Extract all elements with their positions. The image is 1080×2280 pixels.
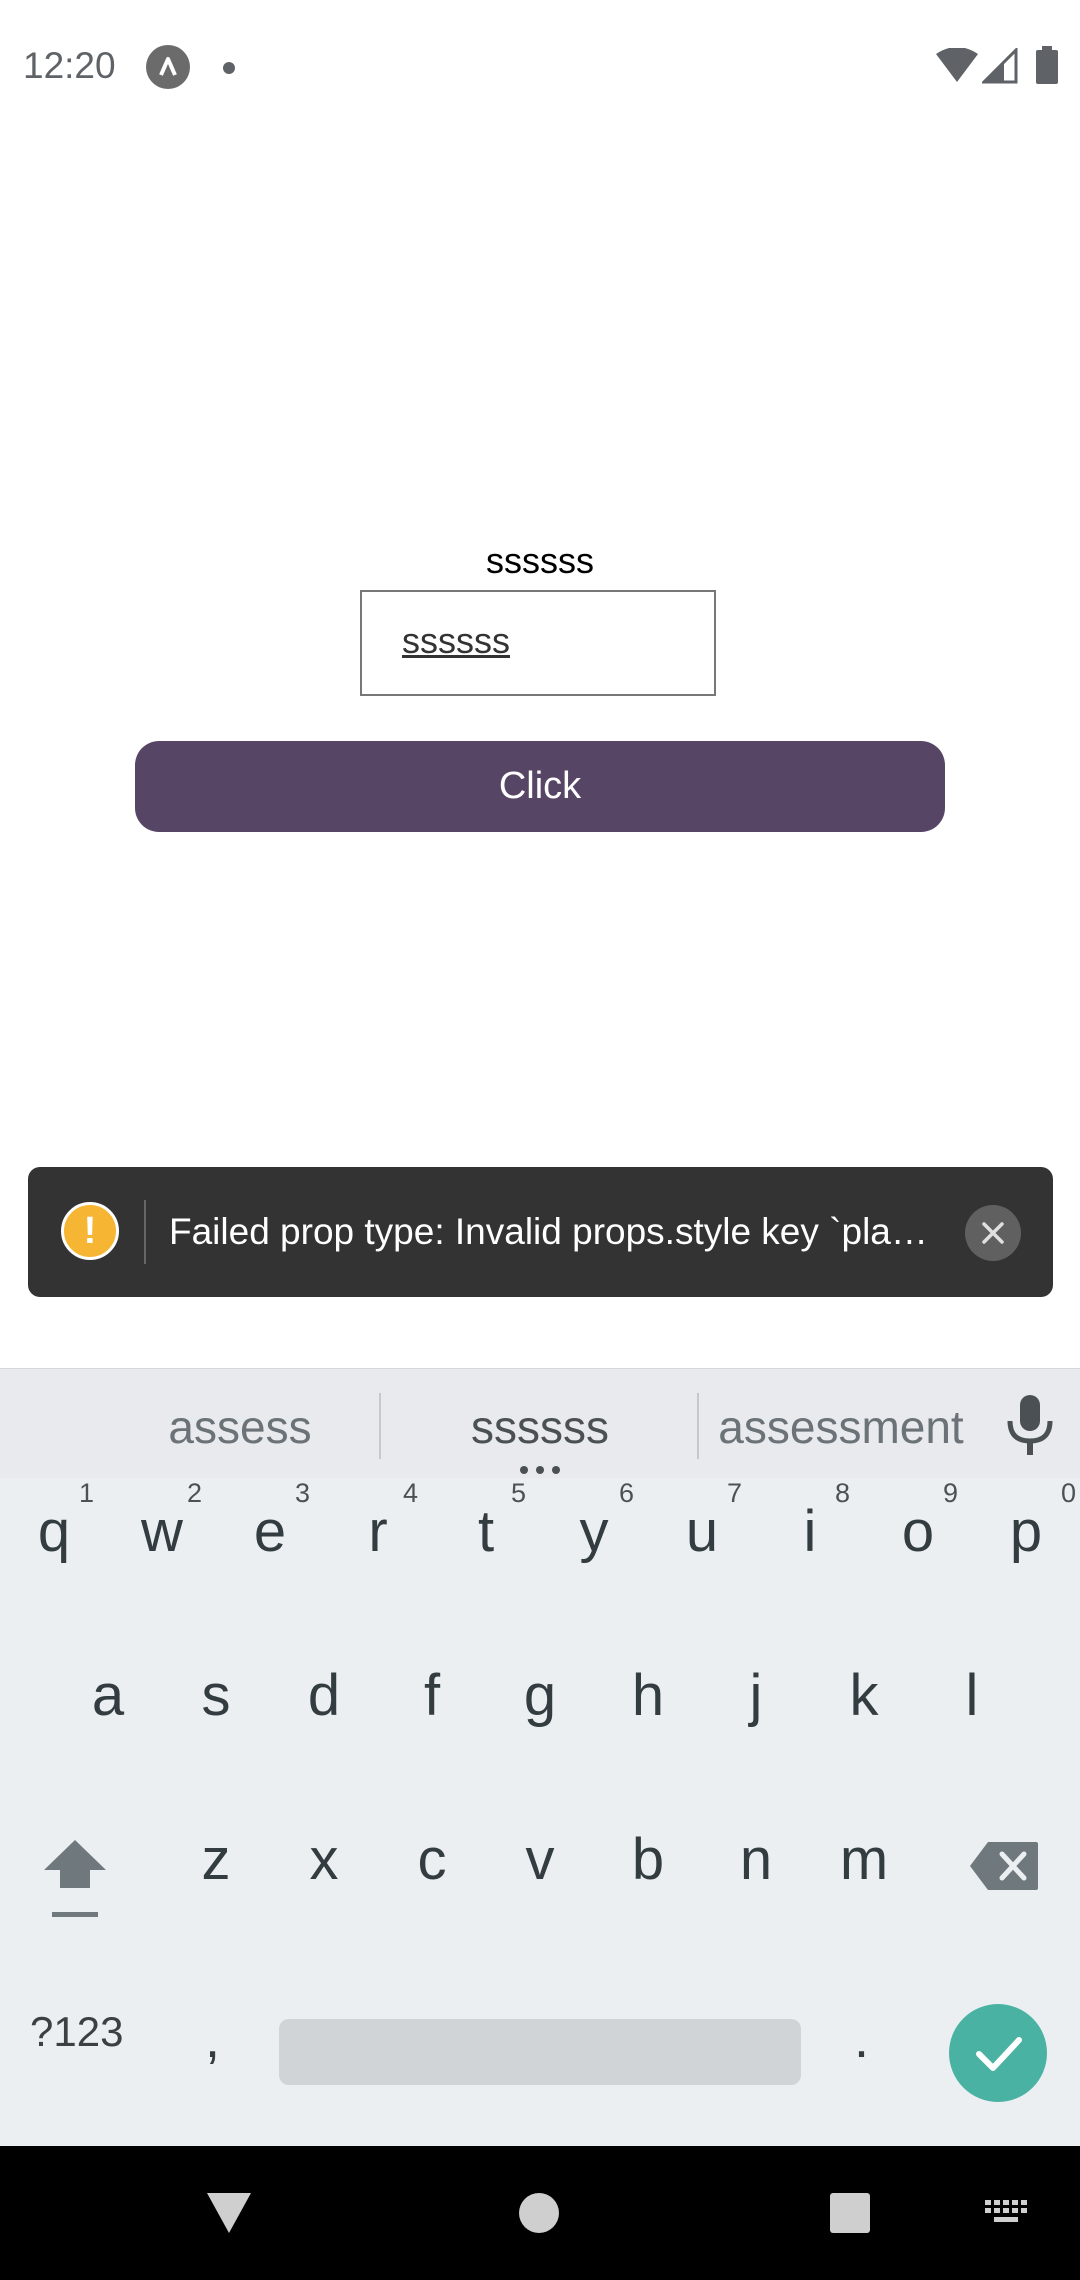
space-bar[interactable]	[279, 2019, 801, 2085]
key-k[interactable]: k	[810, 1642, 918, 1762]
key-m[interactable]: m	[810, 1806, 918, 1926]
suggestion-bar: assess ssssss assessment	[0, 1368, 1080, 1479]
click-button[interactable]: Click	[135, 741, 945, 832]
mic-icon[interactable]	[1000, 1391, 1060, 1457]
status-time: 12:20	[23, 45, 116, 86]
backspace-key[interactable]	[952, 1806, 1060, 1926]
suggestion-2[interactable]: ssssss	[400, 1400, 680, 1454]
enter-key[interactable]	[949, 2004, 1047, 2102]
key-n[interactable]: n	[702, 1806, 810, 1926]
key-v[interactable]: v	[486, 1806, 594, 1926]
suggestion-1[interactable]: assess	[120, 1400, 360, 1454]
dismiss-button[interactable]	[965, 1205, 1021, 1261]
key-s[interactable]: s	[162, 1642, 270, 1762]
key-a[interactable]: a	[54, 1642, 162, 1762]
period-key[interactable]: .	[854, 2008, 869, 2070]
text-input-value: ssssss	[402, 620, 510, 661]
key-z[interactable]: z	[162, 1806, 270, 1926]
suggestion-divider	[379, 1393, 381, 1459]
key-f[interactable]: f	[378, 1642, 486, 1762]
toast-divider	[144, 1200, 146, 1264]
backspace-icon	[970, 1842, 1038, 1890]
more-suggestions-icon	[520, 1466, 560, 1474]
symbols-key[interactable]: ?123	[30, 2008, 123, 2056]
shift-icon	[44, 1840, 106, 1917]
key-p[interactable]: 0p	[972, 1478, 1080, 1598]
wifi-icon	[936, 48, 978, 82]
key-e[interactable]: 3e	[216, 1478, 324, 1598]
echo-text: ssssss	[486, 540, 594, 581]
key-c[interactable]: c	[378, 1806, 486, 1926]
key-w[interactable]: 2w	[108, 1478, 216, 1598]
back-icon[interactable]	[205, 2191, 253, 2235]
key-t[interactable]: 5t	[432, 1478, 540, 1598]
key-j[interactable]: j	[702, 1642, 810, 1762]
check-icon	[976, 2037, 1022, 2071]
key-x[interactable]: x	[270, 1806, 378, 1926]
key-h[interactable]: h	[594, 1642, 702, 1762]
key-q[interactable]: 1q	[0, 1478, 108, 1598]
key-u[interactable]: 7u	[648, 1478, 756, 1598]
key-r[interactable]: 4r	[324, 1478, 432, 1598]
key-b[interactable]: b	[594, 1806, 702, 1926]
suggestion-3[interactable]: assessment	[710, 1400, 972, 1454]
key-l[interactable]: l	[918, 1642, 1026, 1762]
key-o[interactable]: 9o	[864, 1478, 972, 1598]
keyboard-icon[interactable]	[985, 2200, 1029, 2228]
app-icon	[146, 45, 190, 89]
suggestion-divider	[697, 1393, 699, 1459]
close-icon	[982, 1222, 1004, 1244]
notification-dot	[223, 62, 235, 74]
key-g[interactable]: g	[486, 1642, 594, 1762]
shift-key[interactable]	[20, 1806, 128, 1926]
navigation-bar	[0, 2146, 1080, 2280]
warning-icon: !	[61, 1202, 119, 1260]
signal-icon	[982, 48, 1018, 84]
battery-icon	[1036, 46, 1058, 84]
comma-key[interactable]: ,	[205, 2008, 220, 2070]
warning-toast[interactable]: ! Failed prop type: Invalid props.style …	[28, 1167, 1053, 1297]
text-input[interactable]: ssssss	[360, 590, 716, 696]
warning-message: Failed prop type: Invalid props.style ke…	[169, 1211, 928, 1252]
home-icon[interactable]	[518, 2192, 560, 2234]
key-d[interactable]: d	[270, 1642, 378, 1762]
status-bar: 12:20	[0, 0, 1080, 136]
key-y[interactable]: 6y	[540, 1478, 648, 1598]
recents-icon[interactable]	[829, 2192, 871, 2234]
key-i[interactable]: 8i	[756, 1478, 864, 1598]
soft-keyboard: assess ssssss assessment 1q 2w 3e 4r 5t …	[0, 1368, 1080, 2146]
